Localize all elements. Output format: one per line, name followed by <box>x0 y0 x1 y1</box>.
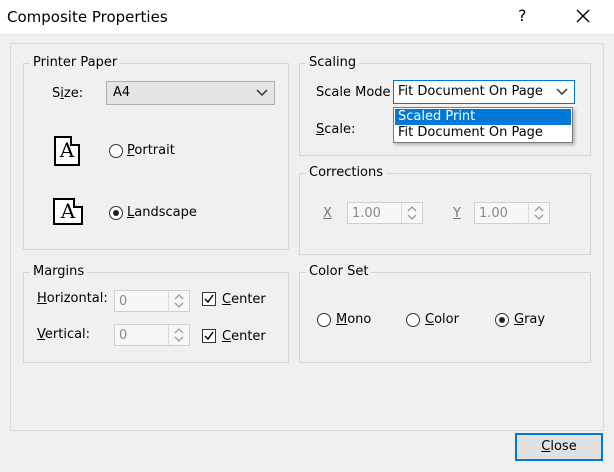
scale-label: Scale: <box>316 122 356 137</box>
horizontal-margin-value: 0 <box>119 294 128 309</box>
landscape-label[interactable]: Landscape <box>127 205 197 221</box>
help-button[interactable]: ? <box>518 6 527 25</box>
horizontal-margin-spinner[interactable]: 0 <box>114 290 190 312</box>
correction-x-value: 1.00 <box>352 206 381 221</box>
correction-x-label: X <box>323 206 332 221</box>
landscape-page-icon: A <box>53 198 83 225</box>
scale-mode-select[interactable]: Fit Document On Page <box>393 80 575 104</box>
printer-paper-legend: Printer Paper <box>30 55 121 71</box>
scaling-legend: Scaling <box>306 55 360 71</box>
vertical-margin-spinner[interactable]: 0 <box>114 324 190 346</box>
margins-group: Margins <box>23 264 289 363</box>
color-label[interactable]: Color <box>425 312 459 328</box>
correction-y-value: 1.00 <box>479 206 508 221</box>
checkmark-icon <box>204 331 214 341</box>
margins-legend: Margins <box>30 264 88 280</box>
portrait-label[interactable]: Portrait <box>127 143 175 159</box>
color-radio[interactable] <box>406 313 420 327</box>
horizontal-center-checkbox[interactable] <box>202 292 216 306</box>
vertical-margin-value: 0 <box>119 328 128 343</box>
color-set-legend: Color Set <box>306 264 372 280</box>
close-icon[interactable] <box>572 5 594 27</box>
scale-mode-value: Fit Document On Page <box>398 84 543 99</box>
scale-mode-label: Scale Mode <box>316 85 391 100</box>
paper-size-select[interactable]: A4 <box>106 81 275 105</box>
gray-label[interactable]: Gray <box>514 312 545 328</box>
scale-mode-option-scaled-print[interactable]: Scaled Print <box>395 109 571 125</box>
horizontal-center-label[interactable]: Center <box>222 292 266 308</box>
gray-radio[interactable] <box>495 313 509 327</box>
vertical-margin-label: Vertical: <box>37 327 91 342</box>
scale-mode-dropdown-list: Scaled Print Fit Document On Page <box>393 107 573 143</box>
checkmark-icon <box>204 294 214 304</box>
paper-size-value: A4 <box>113 85 131 100</box>
correction-x-spinner[interactable]: 1.00 <box>347 202 423 224</box>
mono-radio[interactable] <box>317 313 331 327</box>
chevron-down-icon <box>556 88 568 96</box>
correction-y-spinner[interactable]: 1.00 <box>474 202 550 224</box>
spinner-arrows-icon[interactable] <box>168 291 189 311</box>
vertical-center-checkbox[interactable] <box>202 329 216 343</box>
spinner-arrows-icon[interactable] <box>528 203 549 223</box>
size-label: Size: <box>52 86 84 101</box>
corrections-legend: Corrections <box>306 165 387 181</box>
chevron-down-icon <box>256 89 268 97</box>
correction-y-label: Y <box>453 206 461 221</box>
spinner-arrows-icon[interactable] <box>401 203 422 223</box>
portrait-page-icon: A <box>54 136 80 166</box>
scale-mode-option-fit-document[interactable]: Fit Document On Page <box>395 125 571 141</box>
horizontal-margin-label: Horizontal: <box>37 291 108 306</box>
mono-label[interactable]: Mono <box>336 312 371 328</box>
spinner-arrows-icon[interactable] <box>168 325 189 345</box>
portrait-radio[interactable] <box>109 144 123 158</box>
vertical-center-label[interactable]: Center <box>222 329 266 345</box>
landscape-radio[interactable] <box>109 206 123 220</box>
close-button[interactable]: Close <box>515 433 603 461</box>
title-bar: Composite Properties ? <box>0 0 614 34</box>
window-title: Composite Properties <box>7 8 168 26</box>
